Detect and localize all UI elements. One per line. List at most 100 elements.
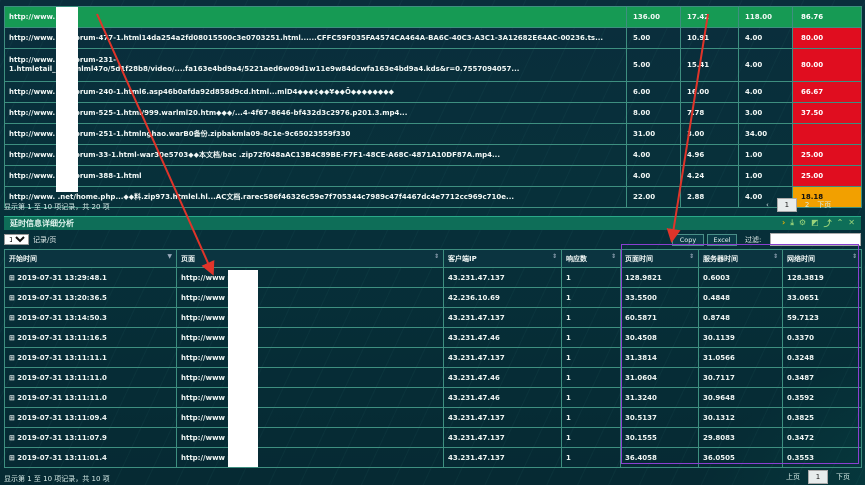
detail-cell[interactable]: ⊞ 2019-07-31 13:20:36.5 [4, 287, 177, 308]
column-header-label: 网络时间 [787, 254, 815, 263]
prev-page-button[interactable]: 上页 [786, 472, 800, 482]
url-cell: http://www. .cn/forum-477-1.html14da254a… [4, 27, 627, 49]
top-table-row[interactable]: http://www. .cn/forum-240-1.html6.asp46b… [4, 81, 862, 103]
column-header[interactable]: 页面时间 ⇕ [620, 249, 699, 268]
detail-cell[interactable]: ⊞ 2019-07-31 13:14:50.3 [4, 307, 177, 328]
page-size-label: 记录/页 [33, 236, 57, 244]
section-toolbar: › ⤓ ⚙ ◩ ⤴ ⌃ ✕ [782, 218, 861, 229]
value-cell: 17.42 [680, 6, 739, 28]
settings-icon[interactable]: ⚙ [799, 218, 806, 229]
url-cell: http://www. .cn/forum-251-1.htmlnghao.wa… [4, 123, 627, 145]
url-cell: http://www. .cn/forum-240-1.html6.asp46b… [4, 81, 627, 103]
link-icon[interactable]: ⤴ [824, 218, 832, 229]
top-table-row[interactable]: http://www. .cn/forum-388-1.html 4.00 4.24… [4, 165, 862, 187]
rate-cell [792, 123, 862, 145]
top-table-row[interactable]: http://www. .cn/forum-525-1.html/999.war… [4, 102, 862, 124]
page-1-button[interactable]: 1 [776, 198, 797, 212]
copy-button[interactable]: Copy [672, 234, 704, 246]
column-header[interactable]: 网络时间 ⇕ [782, 249, 862, 268]
chart-icon[interactable]: ◩ [811, 218, 819, 229]
detail-cell: 31.3240 [620, 387, 699, 408]
column-header[interactable]: 开始时间 ▼ [4, 249, 177, 268]
detail-cell: 1 [561, 347, 621, 368]
detail-cell: 30.5137 [620, 407, 699, 428]
column-header[interactable]: 客户端IP ⇕ [443, 249, 562, 268]
next-page-button[interactable]: 下页 [836, 472, 850, 482]
detail-cell: 43.231.47.137 [443, 347, 562, 368]
column-header-label: 客户端IP [448, 254, 477, 263]
detail-cell: 128.3819 [782, 267, 862, 288]
prev-arrow[interactable]: ‹ [766, 201, 769, 209]
sort-icon[interactable]: ⇕ [689, 253, 694, 260]
top-pagination: ‹ 1 2 下页 [766, 198, 831, 212]
detail-cell: 43.231.47.46 [443, 327, 562, 348]
sort-icon[interactable]: ⇕ [611, 253, 616, 260]
value-cell: 4.00 [626, 144, 681, 166]
sort-icon[interactable]: ⇕ [773, 253, 778, 260]
value-cell: 31.00 [626, 123, 681, 145]
top-table-row[interactable]: http://www. .cn/136.00 17.42 118.00 86.76 [4, 6, 862, 28]
detail-cell: 36.4058 [620, 447, 699, 468]
value-cell: 15.41 [680, 48, 739, 82]
top-table-info: 显示第 1 至 10 项记录，共 20 项 [4, 203, 110, 211]
detail-table-row[interactable]: ⊞ 2019-07-31 13:11:09.4 http://www n/43.2… [4, 407, 862, 428]
detail-table-row[interactable]: ⊞ 2019-07-31 13:11:11.1 http://www n/43.2… [4, 347, 862, 368]
detail-cell: http://www n/ [176, 367, 444, 388]
detail-cell: 43.231.47.137 [443, 427, 562, 448]
top-table-row[interactable]: http://www. .cn/forum-477-1.html14da254a… [4, 27, 862, 49]
page-2-button[interactable]: 2 [805, 201, 809, 209]
detail-table-row[interactable]: ⊞ 2019-07-31 13:11:11.0 http://www n/43.2… [4, 367, 862, 388]
detail-cell: 30.9648 [698, 387, 783, 408]
detail-table-row[interactable]: ⊞ 2019-07-31 13:20:36.5 http://www n/42.2… [4, 287, 862, 308]
detail-cell: http://www n/ [176, 427, 444, 448]
detail-table-row[interactable]: ⊞ 2019-07-31 13:11:16.5 http://www n/43.2… [4, 327, 862, 348]
section-title: 延时信息详细分析 [10, 219, 74, 228]
column-header[interactable]: 服务器时间 ⇕ [698, 249, 783, 268]
detail-cell[interactable]: ⊞ 2019-07-31 13:11:11.0 [4, 387, 177, 408]
detail-cell[interactable]: ⊞ 2019-07-31 13:11:11.1 [4, 347, 177, 368]
detail-cell: 0.3592 [782, 387, 862, 408]
download-icon[interactable]: ⤓ [790, 218, 794, 229]
rate-cell: 37.50 [792, 102, 862, 124]
value-cell: 4.24 [680, 165, 739, 187]
top-table-row[interactable]: http://www. .cn/forum-251-1.htmlnghao.wa… [4, 123, 862, 145]
detail-cell[interactable]: ⊞ 2019-07-31 13:11:16.5 [4, 327, 177, 348]
detail-cell: http://www n/ [176, 327, 444, 348]
detail-cell: http://www n/ [176, 307, 444, 328]
column-header[interactable]: 页面 ⇕ [176, 249, 444, 268]
detail-cell: 0.6003 [698, 267, 783, 288]
detail-cell[interactable]: ⊞ 2019-07-31 13:11:01.4 [4, 447, 177, 468]
top-table-row[interactable]: http://www. .cn/forum-33-1.html-war30e57… [4, 144, 862, 166]
column-header[interactable]: 响应数 ⇕ [561, 249, 621, 268]
detail-table-row[interactable]: ⊞ 2019-07-31 13:11:01.4 http://www n/43.2… [4, 447, 862, 468]
top-table-row[interactable]: http://www. .net/home.php...◆◆料.zip973.h… [4, 186, 862, 208]
page-size-select[interactable]: 10 [4, 234, 29, 245]
value-cell: 4.96 [680, 144, 739, 166]
column-header-label: 页面时间 [625, 254, 653, 263]
page-1-button[interactable]: 1 [808, 470, 828, 484]
detail-table-row[interactable]: ⊞ 2019-07-31 13:14:50.3 http://www n/43.2… [4, 307, 862, 328]
collapse-arrow-icon[interactable]: › [782, 218, 785, 229]
detail-cell: 1 [561, 387, 621, 408]
sort-icon[interactable]: ⇕ [552, 253, 557, 260]
next-page-button[interactable]: 下页 [817, 200, 831, 210]
expand-icon[interactable]: ⌃ [837, 218, 844, 229]
detail-cell: 1 [561, 267, 621, 288]
detail-table-row[interactable]: ⊞ 2019-07-31 13:11:07.9 http://www n/43.2… [4, 427, 862, 448]
excel-button[interactable]: Excel [707, 234, 737, 246]
detail-cell[interactable]: ⊞ 2019-07-31 13:11:11.0 [4, 367, 177, 388]
top-table-row[interactable]: http://www. .cn/forum-231- 1.htmletail_ … [4, 48, 862, 82]
detail-table-row[interactable]: ⊞ 2019-07-31 13:29:48.1 http://www n/43.2… [4, 267, 862, 288]
detail-cell[interactable]: ⊞ 2019-07-31 13:11:07.9 [4, 427, 177, 448]
sort-icon[interactable]: ▼ [167, 253, 172, 260]
close-icon[interactable]: ✕ [848, 218, 855, 229]
value-cell: 1.00 [738, 165, 793, 187]
detail-cell[interactable]: ⊞ 2019-07-31 13:29:48.1 [4, 267, 177, 288]
sort-icon[interactable]: ⇕ [434, 253, 439, 260]
detail-cell[interactable]: ⊞ 2019-07-31 13:11:09.4 [4, 407, 177, 428]
filter-input[interactable] [770, 233, 861, 246]
detail-cell: 60.5871 [620, 307, 699, 328]
sort-icon[interactable]: ⇕ [852, 253, 857, 260]
detail-cell: http://www n/ [176, 347, 444, 368]
detail-table-row[interactable]: ⊞ 2019-07-31 13:11:11.0 http://www n/43.2… [4, 387, 862, 408]
